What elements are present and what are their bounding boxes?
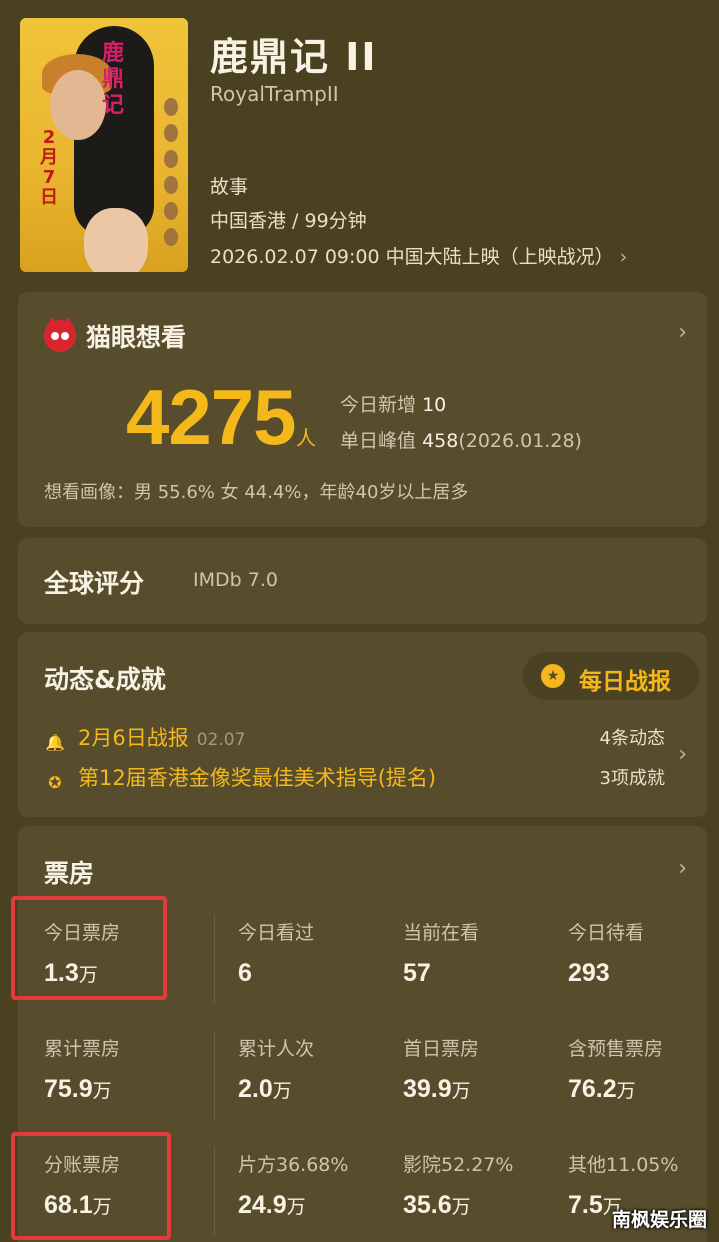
movie-release-link[interactable]: 2026.02.07 09:00 中国大陆上映（上映战况） › — [210, 242, 627, 269]
want-count: 4275 — [126, 373, 297, 461]
rating-label: 全球评分 — [44, 569, 145, 598]
imdb-rating: IMDb 7.0 — [193, 569, 278, 591]
bo-cell-cumulative: 累计票房 75.9万 — [44, 1038, 121, 1103]
chevron-right-icon[interactable]: › — [678, 320, 687, 345]
daily-report-button[interactable]: ★ 每日战报 — [523, 652, 699, 700]
medal-icon: ✪ — [48, 773, 62, 792]
bo-cell-admissions: 累计人次 2.0万 — [238, 1038, 315, 1103]
movie-english-title: RoyalTrampII — [210, 82, 339, 106]
highlight-box-today — [11, 896, 167, 1000]
bo-cell-cinema: 影院52.27% 35.6万 — [403, 1154, 514, 1219]
poster-face-female — [84, 208, 148, 272]
maoyan-want-card[interactable]: 猫眼想看 › 4275 人 今日新增 10 单日峰值 458(2026.01.2… — [18, 292, 707, 527]
box-office-header: 票房 — [44, 859, 95, 888]
bo-cell-presale: 含预售票房 76.2万 — [568, 1038, 664, 1103]
chevron-right-icon[interactable]: › — [678, 742, 687, 767]
bo-cell-pending: 今日待看 293 — [568, 922, 645, 987]
bell-icon: 🔔 — [45, 733, 65, 752]
daily-report-label: 每日战报 — [579, 669, 671, 695]
daily-peak: 单日峰值 458(2026.01.28) — [340, 430, 582, 452]
achievement-count: 3项成就 — [599, 768, 665, 789]
rating-card[interactable]: 全球评分 IMDb 7.0 — [18, 538, 707, 624]
movie-region-duration: 中国香港 / 99分钟 — [210, 210, 367, 232]
maoyan-cat-icon — [44, 317, 76, 352]
chevron-right-icon: › — [619, 246, 628, 268]
bo-cell-producer: 片方36.68% 24.9万 — [238, 1154, 349, 1219]
poster-date: 2月7日 — [40, 127, 58, 208]
movie-genre: 故事 — [210, 176, 249, 198]
dynamics-card[interactable]: 动态&成就 ★ 每日战报 🔔 2月6日战报 02.07 ✪ 第12届香港金像奖最佳美术… — [18, 632, 707, 817]
bo-cell-watching: 当前在看 57 — [403, 922, 480, 987]
bo-cell-watched: 今日看过 6 — [238, 922, 315, 987]
news-item-report[interactable]: 🔔 2月6日战报 02.07 — [44, 722, 245, 755]
highlight-box-split — [11, 1132, 171, 1240]
movie-release: 2026.02.07 09:00 中国大陆上映（上映战况） — [210, 246, 614, 268]
today-new: 今日新增 10 — [340, 394, 447, 416]
medal-icon: ★ — [541, 664, 565, 688]
want-unit: 人 — [296, 426, 316, 450]
dynamics-header: 动态&成就 — [44, 665, 166, 694]
poster-cast — [164, 98, 180, 254]
movie-title: 鹿鼎记 II — [210, 35, 378, 79]
dynamic-count: 4条动态 — [599, 728, 665, 749]
movie-header: 鹿鼎记 2月7日 鹿鼎记 II RoyalTrampII 故事 中国香港 / 9… — [0, 0, 719, 290]
chevron-right-icon[interactable]: › — [678, 856, 687, 881]
bo-cell-first-day: 首日票房 39.9万 — [403, 1038, 480, 1103]
news-item-award[interactable]: ✪ 第12届香港金像奖最佳美术指导(提名) — [44, 762, 436, 795]
audience-portrait: 想看画像：男 55.6% 女 44.4%，年龄40岁以上居多 — [44, 482, 469, 503]
maoyan-header: 猫眼想看 — [86, 323, 187, 352]
poster-title: 鹿鼎记 — [101, 40, 124, 118]
watermark: 南枫娱乐圈 — [611, 1209, 707, 1231]
movie-poster[interactable]: 鹿鼎记 2月7日 — [20, 18, 188, 272]
